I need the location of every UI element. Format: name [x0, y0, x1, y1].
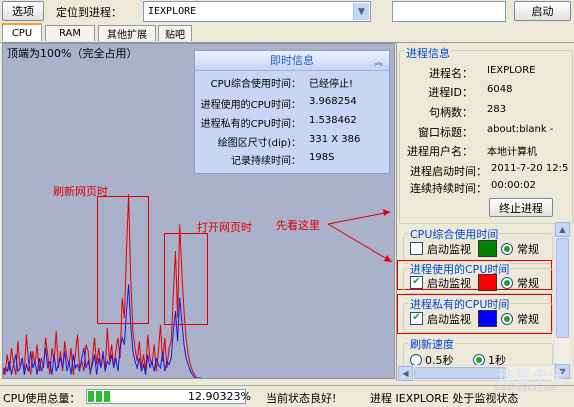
color-swatch-red[interactable]	[478, 274, 497, 291]
mode-label: 常规	[517, 243, 539, 256]
mode-label: 常规	[517, 313, 539, 326]
process-combo[interactable]: IEXPLORE ▼	[143, 1, 371, 22]
process-info-title: 进程信息	[405, 45, 451, 61]
mode-radio[interactable]	[501, 313, 513, 325]
tab-tieba[interactable]: 贴吧	[158, 25, 192, 41]
plot-caption: 顶端为100%（完全占用）	[7, 47, 138, 60]
state-text: 当前状态良好!	[266, 392, 337, 405]
tab-ram[interactable]: RAM	[45, 25, 95, 41]
monitor-checkbox[interactable]	[410, 242, 423, 255]
refresh-note: 刷新网页时	[53, 185, 108, 198]
open-highlight-box	[164, 233, 208, 325]
monitor-label: 启动监视	[427, 243, 471, 256]
h-scroll-thumb[interactable]	[414, 367, 506, 379]
monitor-checkbox[interactable]: ✔	[410, 276, 423, 289]
monitor-label: 启动监视	[427, 313, 471, 326]
monitor-checkbox[interactable]: ✔	[410, 312, 423, 325]
look-here-arrows	[327, 209, 393, 263]
cpu-usage-label: CPU使用总量：	[3, 392, 81, 405]
mode-radio[interactable]	[501, 277, 513, 289]
refresh-highlight-box	[97, 196, 149, 324]
instant-info-title: 即时信息	[195, 51, 389, 71]
extra-input[interactable]	[392, 1, 506, 22]
collapse-icon[interactable]: ︽	[374, 55, 383, 68]
watermark-url: www.ikaka.com	[493, 384, 556, 393]
monitor-label: 启动监视	[427, 277, 471, 290]
color-swatch-blue[interactable]	[478, 310, 497, 327]
color-swatch-green[interactable]	[478, 240, 497, 257]
chevron-down-icon[interactable]: ▼	[353, 3, 369, 20]
tab-cpu[interactable]: CPU	[2, 23, 42, 41]
look-here-note: 先看这里	[276, 219, 320, 232]
scroll-up-icon[interactable]: ▲	[555, 222, 570, 237]
end-process-button[interactable]: 终止进程	[489, 198, 553, 217]
monitor-scrollbar[interactable]: ▲ ▼	[554, 222, 570, 379]
start-button[interactable]: 启动	[514, 1, 571, 21]
cpu-usage-value: 12.90323%	[188, 390, 251, 403]
progress-block	[96, 391, 102, 402]
process-combo-value: IEXPLORE	[148, 6, 197, 17]
options-menu[interactable]: 选项	[2, 1, 44, 21]
progress-block	[104, 391, 110, 402]
progress-block	[88, 391, 94, 402]
scroll-left-icon[interactable]: ◀	[398, 366, 413, 381]
right-panel: 进程信息 进程名： IEXPLORE 进程ID： 6048 句柄数： 283 窗口标题…	[396, 43, 574, 381]
mode-label: 常规	[517, 277, 539, 290]
locate-process-label: 定位到进程：	[56, 6, 122, 19]
scroll-thumb[interactable]	[556, 238, 569, 338]
cpu-usage-progress-fill	[88, 391, 110, 402]
open-note: 打开网页时	[197, 221, 252, 234]
instant-info-panel: 即时信息 ︽ CPU综合使用时间： 已经停止! 进程使用的CPU时间： 3.9682…	[194, 50, 390, 174]
tab-extensions[interactable]: 其他扩展	[98, 25, 156, 41]
mode-radio[interactable]	[501, 243, 513, 255]
refresh-speed-title: 刷新速度	[409, 336, 455, 352]
